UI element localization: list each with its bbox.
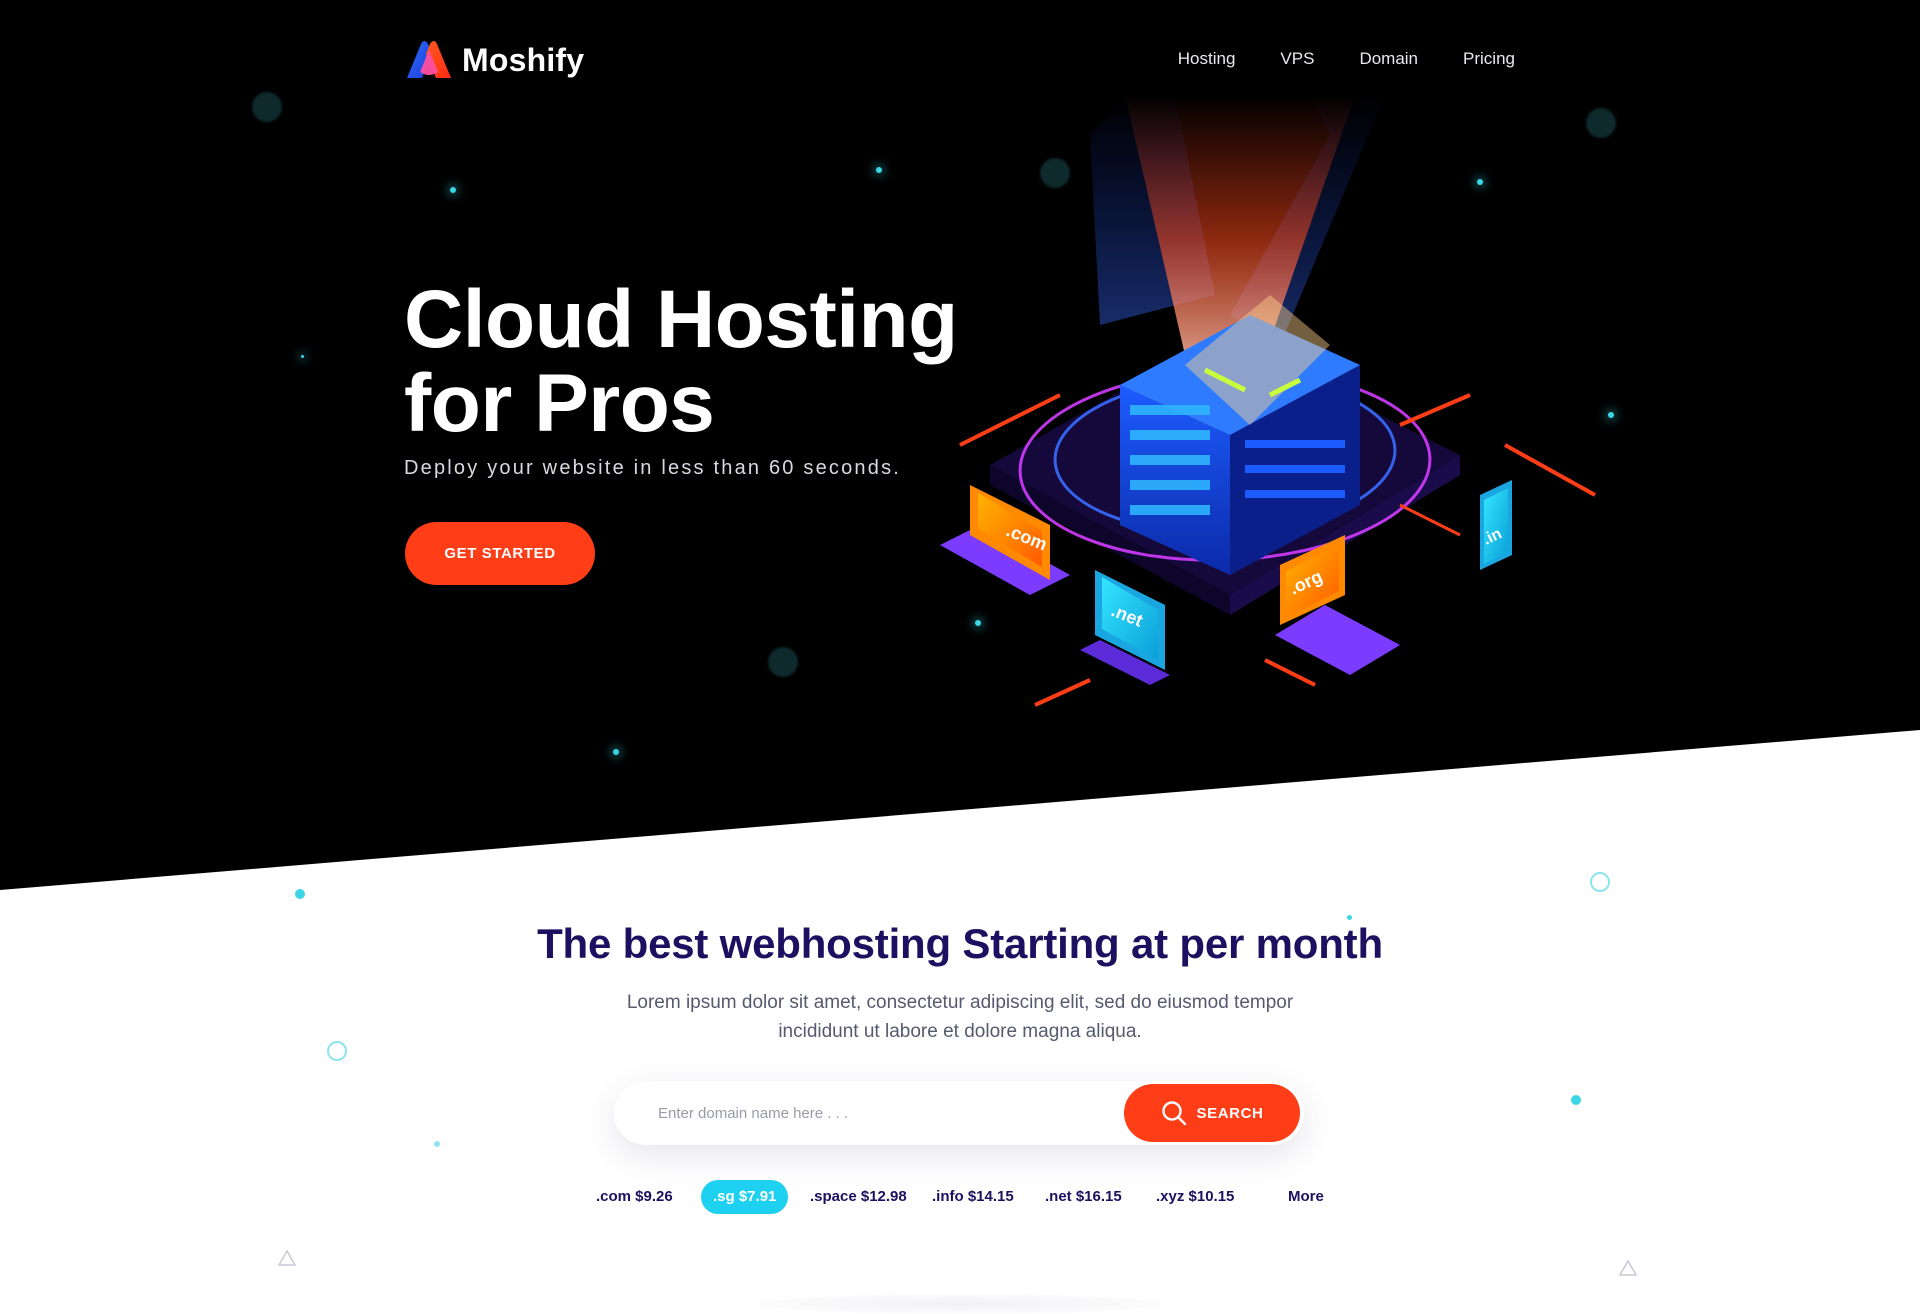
particle xyxy=(613,749,619,755)
decor-triangle xyxy=(1619,1260,1637,1276)
decor-ring xyxy=(1590,872,1610,892)
tld-sg[interactable]: .sg $7.91 xyxy=(701,1180,789,1214)
decor-dot xyxy=(1571,1095,1581,1105)
tld-space[interactable]: .space $12.98 xyxy=(810,1180,907,1214)
decor-triangle xyxy=(278,1250,296,1266)
decor-dot xyxy=(434,1141,440,1147)
hero-subtitle: Deploy your website in less than 60 seco… xyxy=(404,457,902,479)
section-description-line-2: incididunt ut labore et dolore magna ali… xyxy=(778,1021,1142,1042)
nav-item-pricing[interactable]: Pricing xyxy=(1463,49,1515,69)
nav-item-vps[interactable]: VPS xyxy=(1280,49,1314,69)
server-illustration: .com .net .org .in xyxy=(940,95,1596,707)
tld-info[interactable]: .info $14.15 xyxy=(932,1180,1014,1214)
particle xyxy=(876,167,882,173)
brand-name: Moshify xyxy=(462,41,585,78)
particle xyxy=(301,355,304,358)
section-description: Lorem ipsum dolor sit amet, consectetur … xyxy=(600,988,1320,1046)
hero-title-line-2: for Pros xyxy=(404,358,715,449)
section-title: The best webhosting Starting at per mont… xyxy=(537,920,1383,967)
search-button[interactable]: SEARCH xyxy=(1124,1084,1300,1142)
nav-item-domain[interactable]: Domain xyxy=(1359,49,1418,69)
card-shadow-hint xyxy=(760,1294,1160,1314)
moshify-logo-icon xyxy=(407,41,451,78)
particle xyxy=(768,647,798,677)
domain-search-box: SEARCH xyxy=(614,1081,1304,1145)
search-icon xyxy=(1161,1101,1186,1126)
tld-com[interactable]: .com $9.26 xyxy=(596,1180,673,1214)
search-button-label: SEARCH xyxy=(1196,1104,1264,1122)
tld-net[interactable]: .net $16.15 xyxy=(1045,1180,1122,1214)
hero-title-line-1: Cloud Hosting xyxy=(404,274,958,365)
nav-item-hosting[interactable]: Hosting xyxy=(1178,49,1236,69)
decor-ring xyxy=(327,1041,347,1061)
main-nav: Hosting VPS Domain Pricing xyxy=(1178,49,1515,69)
particle xyxy=(450,187,456,193)
tld-more-link[interactable]: More xyxy=(1288,1180,1324,1214)
hero-section: Moshify Hosting VPS Domain Pricing Cloud… xyxy=(0,0,1920,890)
tld-price-list: .com $9.26 .sg $7.91 .space $12.98 .info… xyxy=(0,1180,1920,1214)
decor-dot xyxy=(295,889,305,899)
section-description-line-1: Lorem ipsum dolor sit amet, consectetur … xyxy=(626,992,1294,1013)
domain-search-input[interactable] xyxy=(658,1095,1098,1131)
tld-xyz[interactable]: .xyz $10.15 xyxy=(1156,1180,1234,1214)
brand-logo[interactable]: Moshify xyxy=(404,38,584,82)
get-started-button[interactable]: GET STARTED xyxy=(405,522,595,585)
